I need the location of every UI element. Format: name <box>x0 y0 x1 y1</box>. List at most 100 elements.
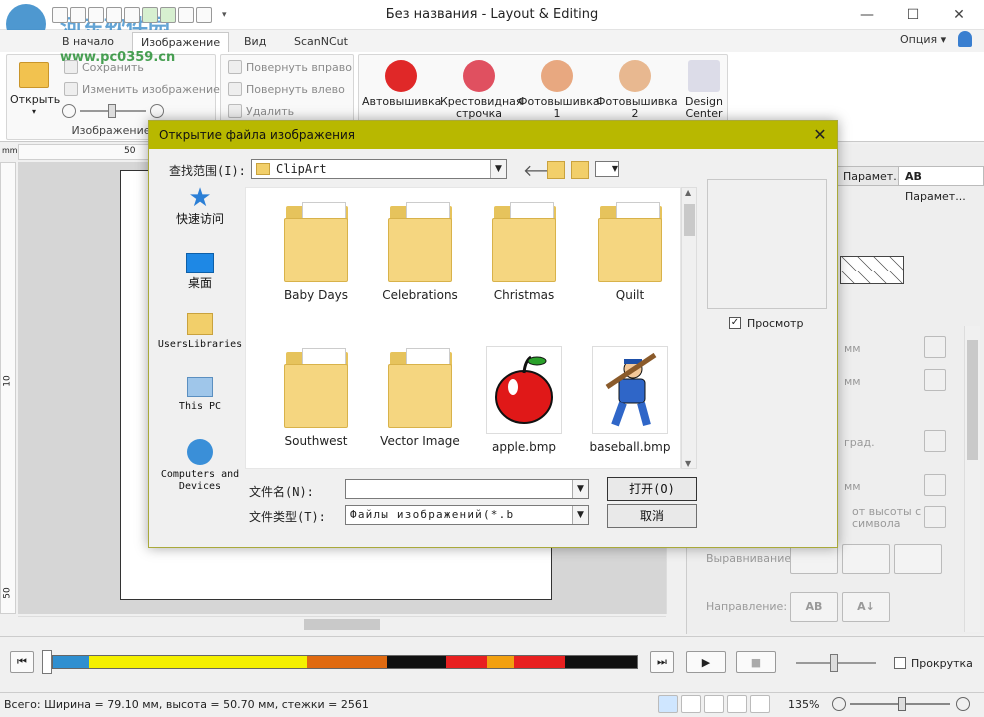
auto-embroidery-button[interactable]: Автовышивка <box>362 60 442 108</box>
preview-checkbox[interactable]: ✓ <box>729 317 741 329</box>
folder-icon <box>384 346 456 428</box>
file-list-vscroll-thumb[interactable] <box>684 204 695 236</box>
photo-girl-2-icon <box>619 60 651 92</box>
color-segment <box>446 656 488 668</box>
rewind-button[interactable]: ⏮ <box>10 651 34 673</box>
font-grid-preview[interactable] <box>840 256 904 284</box>
minimize-button[interactable]: — <box>844 4 890 26</box>
scroll-down-icon[interactable]: ▼ <box>685 459 691 468</box>
option-menu[interactable]: Опция ▾ <box>900 33 946 46</box>
scroll-up-icon[interactable]: ▲ <box>685 188 691 197</box>
status-zoom-out-icon[interactable] <box>832 697 846 711</box>
play-button[interactable]: ▶ <box>686 651 726 673</box>
cross-stitch-button[interactable]: Крестовидная строчка <box>440 60 523 120</box>
rotate-left-button[interactable]: Повернуть влево <box>228 82 345 96</box>
status-zoom-in-icon[interactable] <box>956 697 970 711</box>
place-this-pc[interactable]: This PC <box>157 377 243 413</box>
open-file-button[interactable]: 打开(O) <box>607 477 697 501</box>
photo-embroidery-2-button[interactable]: Фотовышивка 2 <box>596 60 678 120</box>
reset-home-icon-5[interactable] <box>924 506 946 528</box>
align-right-button[interactable] <box>894 544 942 574</box>
loop-checkbox[interactable] <box>894 657 906 669</box>
reset-home-icon-2[interactable] <box>924 369 946 391</box>
filetype-dropdown-icon[interactable]: ▼ <box>572 506 588 524</box>
file-item[interactable]: Baby Days <box>266 200 366 302</box>
user-icon[interactable] <box>958 31 972 47</box>
auto-label: Автовышивка <box>362 95 442 108</box>
file-item[interactable]: Christmas <box>474 200 574 302</box>
place-libraries[interactable]: UsersLibraries <box>157 313 243 351</box>
panel-vscroll-thumb[interactable] <box>967 340 978 460</box>
status-zoom-thumb[interactable] <box>898 697 906 711</box>
direction-horizontal-button[interactable]: AB <box>790 592 838 622</box>
new-folder-icon[interactable] <box>571 161 589 179</box>
place-desktop[interactable]: 桌面 <box>157 249 243 289</box>
place-network[interactable]: Computers and Devices <box>157 439 243 493</box>
panel-vscroll[interactable] <box>964 326 980 632</box>
rotate-right-button[interactable]: Повернуть вправо <box>228 60 352 74</box>
align-left-button[interactable] <box>790 544 838 574</box>
zoom-thumb[interactable] <box>108 104 116 118</box>
file-item[interactable]: Celebrations <box>370 200 470 302</box>
change-image-button[interactable]: Изменить изображение <box>64 82 220 96</box>
zoom-out-icon[interactable] <box>62 104 76 118</box>
filetype-select[interactable]: Файлы изображений(*.b ▼ <box>345 505 589 525</box>
dialog-close-button[interactable]: ✕ <box>809 124 831 146</box>
speed-thumb[interactable] <box>830 654 838 672</box>
view-page-icon[interactable] <box>727 695 747 713</box>
design-center-button[interactable]: Design Center <box>678 60 730 120</box>
align-center-button[interactable] <box>842 544 890 574</box>
tab-view[interactable]: Вид <box>236 32 274 52</box>
hscroll-thumb[interactable] <box>304 619 380 630</box>
tab-image[interactable]: Изображение <box>132 32 230 52</box>
close-window-button[interactable]: ✕ <box>936 4 982 26</box>
reset-home-icon-1[interactable] <box>924 336 946 358</box>
save-button[interactable]: Сохранить <box>64 60 144 74</box>
file-list-vscroll[interactable]: ▲ ▼ <box>681 187 697 469</box>
panel-tab-2[interactable]: AB Парамет... <box>898 166 984 203</box>
filename-dropdown-icon[interactable]: ▼ <box>572 480 588 498</box>
filename-input[interactable]: ▼ <box>345 479 589 499</box>
cancel-button[interactable]: 取消 <box>607 504 697 528</box>
view-real-icon[interactable] <box>681 695 701 713</box>
photo-embroidery-1-button[interactable]: Фотовышивка 1 <box>518 60 600 120</box>
file-item[interactable]: baseball.bmp <box>580 346 680 454</box>
open-folder-icon <box>19 62 49 88</box>
change-image-icon <box>64 82 78 96</box>
lookin-combo[interactable]: ClipArt ▼ <box>251 159 507 179</box>
file-item-label: baseball.bmp <box>589 440 671 454</box>
up-folder-icon[interactable] <box>547 161 565 179</box>
file-item[interactable]: apple.bmp <box>474 346 574 454</box>
open-button[interactable]: Открыть ▾ <box>10 62 60 118</box>
file-item[interactable]: Vector Image <box>370 346 470 448</box>
file-item[interactable]: Southwest <box>266 346 366 448</box>
end-button[interactable]: ⏭ <box>650 651 674 673</box>
desktop-icon <box>186 253 214 273</box>
cross-stitch-icon <box>463 60 495 92</box>
speed-slider[interactable] <box>796 654 876 672</box>
zoom-in-icon[interactable] <box>150 104 164 118</box>
file-list[interactable]: Baby Days Celebrations Christmas Quilt South… <box>245 187 681 469</box>
view-menu-icon[interactable]: ▼ <box>595 161 619 177</box>
rotate-right-icon <box>228 60 242 74</box>
place-quick-access[interactable]: ★ 快速访问 <box>157 183 243 225</box>
file-item[interactable]: Quilt <box>580 200 680 302</box>
tab-scanncut[interactable]: ScanNCut <box>286 32 356 52</box>
view-stitch-icon[interactable] <box>658 695 678 713</box>
delete-button[interactable]: Удалить <box>228 104 294 118</box>
reset-home-icon-3[interactable] <box>924 430 946 452</box>
zoom-slider[interactable] <box>62 104 166 118</box>
file-item-label: Christmas <box>493 288 555 302</box>
view-fit-icon[interactable] <box>750 695 770 713</box>
stop-button[interactable]: ■ <box>736 651 776 673</box>
reset-home-icon-4[interactable] <box>924 474 946 496</box>
maximize-button[interactable]: ☐ <box>890 4 936 26</box>
workspace-hscroll[interactable] <box>18 616 666 632</box>
file-item-label: Quilt <box>615 288 645 302</box>
direction-vertical-button[interactable]: A↓ <box>842 592 890 622</box>
lookin-dropdown-icon[interactable]: ▼ <box>490 160 506 178</box>
sequence-slider-thumb[interactable] <box>42 650 52 674</box>
tab-home[interactable]: В начало <box>54 32 122 52</box>
color-sequence-bar[interactable] <box>52 655 638 669</box>
view-outline-icon[interactable] <box>704 695 724 713</box>
